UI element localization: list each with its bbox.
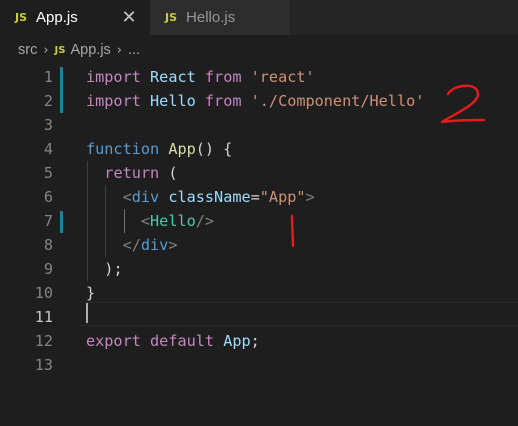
line-number: 2 [43, 92, 53, 110]
code-text: ); [104, 260, 123, 278]
line-number: 6 [43, 188, 53, 206]
code-line: 13 [0, 353, 518, 377]
code-text: function App() { [86, 140, 233, 158]
javascript-file-icon: JS [15, 11, 28, 24]
tab-app-js[interactable]: JS App.js ✕ [0, 0, 150, 35]
code-text: <div className="App"> [122, 188, 315, 206]
handwritten-annotation-2 [440, 84, 486, 124]
code-line: 12 export default App; [0, 329, 518, 353]
code-text: </div> [122, 236, 178, 254]
line-number: 5 [43, 164, 53, 182]
line-number: 1 [43, 68, 53, 86]
close-icon[interactable]: ✕ [120, 7, 138, 28]
code-line: 9 ); [0, 257, 518, 281]
line-number: 10 [34, 284, 53, 302]
code-text: import Hello from './Component/Hello' [86, 92, 425, 110]
breadcrumb-folder[interactable]: src [18, 42, 37, 58]
line-number: 12 [34, 332, 53, 350]
code-line: 11 [0, 305, 518, 329]
code-line: 5 return ( [0, 161, 518, 185]
javascript-file-icon: JS [54, 44, 66, 56]
tab-hello-js[interactable]: JS Hello.js [150, 0, 290, 35]
breadcrumb-symbols[interactable]: ... [128, 42, 140, 58]
javascript-file-icon: JS [165, 11, 178, 24]
chevron-right-icon: › [116, 42, 122, 58]
code-line: 7 <Hello/> [0, 209, 518, 233]
chevron-right-icon: › [43, 42, 49, 58]
tab-label: Hello.js [186, 9, 236, 26]
breadcrumb: src › JS App.js › ... [0, 35, 518, 65]
line-number: 8 [43, 236, 53, 254]
line-number: 3 [43, 116, 53, 134]
line-number: 13 [34, 356, 53, 374]
line-number: 4 [43, 140, 53, 158]
line-number: 9 [43, 260, 53, 278]
code-text: import React from 'react' [86, 68, 315, 86]
line-number: 11 [34, 308, 53, 326]
code-line: 6 <div className="App"> [0, 185, 518, 209]
tab-label: App.js [36, 9, 78, 26]
code-text: export default App; [86, 332, 260, 350]
code-line: 10 } [0, 281, 518, 305]
code-text: <Hello/> [140, 212, 215, 230]
code-text: return ( [104, 164, 178, 182]
breadcrumb-file[interactable]: App.js [70, 42, 110, 58]
code-line: 4 function App() { [0, 137, 518, 161]
editor-tab-bar: JS App.js ✕ JS Hello.js [0, 0, 518, 35]
code-text: } [86, 284, 96, 302]
code-line: 8 </div> [0, 233, 518, 257]
handwritten-annotation-1 [290, 214, 295, 248]
line-number: 7 [43, 212, 53, 230]
